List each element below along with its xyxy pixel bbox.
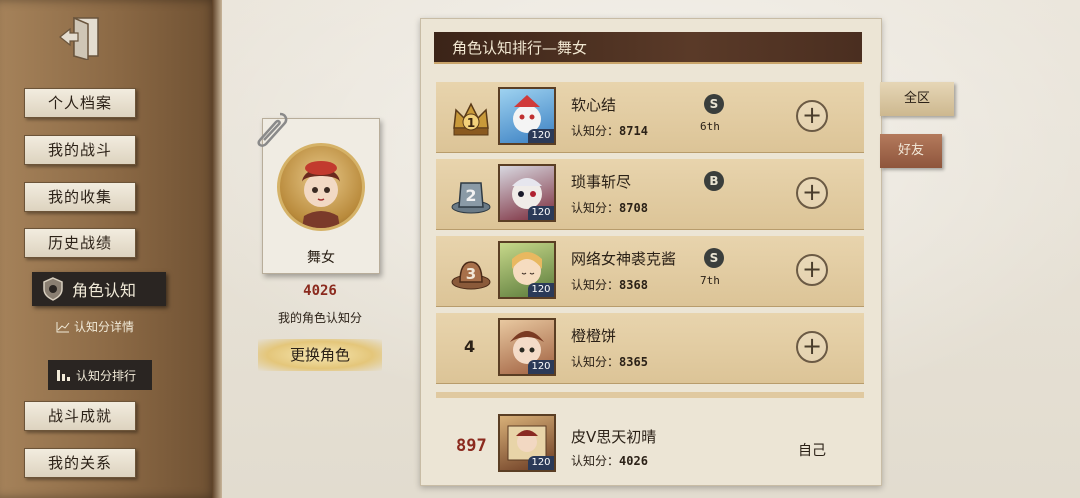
player-avatar[interactable]: 120 [498, 318, 556, 376]
sidebar-item-relations[interactable]: 我的关系 [24, 448, 136, 478]
player-name: 软心结 [571, 96, 617, 114]
rank-number: 4 [464, 337, 476, 356]
sidebar-subitem-score-ranking[interactable]: 认知分排行 [48, 360, 152, 390]
sidebar-item-achievements[interactable]: 战斗成就 [24, 401, 136, 431]
ranking-title: 角色认知排行—舞女 [434, 32, 862, 64]
sidebar-item-label: 我的收集 [47, 188, 112, 206]
sidebar-item-battles[interactable]: 我的战斗 [24, 135, 136, 165]
score-value: 8714 [619, 124, 648, 138]
ranking-row: 4 120 橙橙饼 认知分：8365 + [436, 313, 864, 384]
sidebar-item-label: 个人档案 [47, 94, 112, 112]
player-avatar[interactable]: 120 [498, 241, 556, 299]
score-prefix: 认知分： [571, 201, 620, 215]
crown-rank-icon: 1 [453, 102, 489, 136]
character-name: 舞女 [307, 250, 335, 266]
score-value: 8365 [619, 355, 648, 369]
score-value: 4026 [619, 454, 648, 468]
line-chart-icon [56, 321, 70, 332]
sidebar-item-history[interactable]: 历史战绩 [24, 228, 136, 258]
score-value: 8708 [619, 201, 648, 215]
player-level: 120 [528, 456, 554, 470]
character-score-label: 我的角色认知分 [277, 311, 362, 325]
change-character-button[interactable]: 更换角色 [258, 339, 382, 371]
sidebar-subitem-score-details[interactable]: 认知分详情 [56, 318, 134, 335]
player-level: 120 [528, 129, 554, 143]
tier-icon: S [704, 248, 724, 268]
ranking-row: 3 120 网络女神裘克酱 认知分：8368 S 7th + [436, 236, 864, 307]
character-score: 4026 [303, 283, 337, 299]
player-name: 网络女神裘克酱 [571, 250, 677, 268]
add-friend-button[interactable]: + [796, 100, 828, 132]
sidebar-subitem-label: 认知分排行 [76, 368, 137, 383]
self-score: 认知分：4026 [571, 452, 648, 469]
tier-icon: S [704, 94, 724, 114]
score-prefix: 认知分： [571, 124, 620, 138]
tier-rank: 7th [700, 274, 720, 287]
player-score: 认知分：8365 [571, 353, 648, 370]
paperclip-icon [257, 112, 288, 147]
ranking-row: 1 120 软心结 认知分：8714 S 6th + [436, 82, 864, 153]
score-prefix: 认知分： [571, 278, 620, 292]
self-name: 皮V思天初晴 [571, 428, 657, 446]
tier-icon: B [704, 171, 724, 191]
rank-number: 1 [467, 116, 475, 130]
sidebar-item-label: 战斗成就 [47, 407, 112, 425]
player-score: 认知分：8714 [571, 122, 648, 139]
add-friend-button[interactable]: + [796, 331, 828, 363]
hat-rank-icon: 3 [451, 261, 491, 290]
sidebar-item-profile[interactable]: 个人档案 [24, 88, 136, 118]
sidebar-item-label: 我的关系 [47, 454, 112, 472]
sidebar-item-label: 历史战绩 [47, 234, 112, 252]
sidebar-edge [212, 0, 222, 498]
sidebar-item-role-cognition[interactable]: 角色认知 [32, 272, 166, 306]
player-name: 橙橙饼 [571, 327, 617, 345]
player-level: 120 [528, 206, 554, 220]
self-tag: 自己 [798, 443, 826, 459]
score-prefix: 认知分： [571, 454, 620, 468]
player-avatar[interactable]: 120 [498, 164, 556, 222]
sidebar-item-collection[interactable]: 我的收集 [24, 182, 136, 212]
ranking-row: 2 120 琐事斩尽 认知分：8708 B + [436, 159, 864, 230]
tab-friends[interactable]: 好友 [880, 134, 942, 168]
sidebar-item-label: 我的战斗 [47, 141, 112, 159]
hat-rank-icon: 2 [451, 182, 491, 214]
character-portrait [277, 143, 365, 231]
sidebar-subitem-label: 认知分详情 [74, 320, 135, 334]
add-friend-button[interactable]: + [796, 177, 828, 209]
tab-all-region[interactable]: 全区 [880, 82, 954, 116]
score-value: 8368 [619, 278, 648, 292]
add-friend-button[interactable]: + [796, 254, 828, 286]
player-avatar[interactable]: 120 [498, 87, 556, 145]
rank-number: 3 [466, 265, 476, 283]
tier-rank: 6th [700, 120, 720, 133]
bar-chart-icon [57, 370, 70, 381]
player-score: 认知分：8708 [571, 199, 648, 216]
shield-icon [43, 277, 63, 301]
exit-icon[interactable] [58, 14, 102, 61]
player-level: 120 [528, 360, 554, 374]
player-name: 琐事斩尽 [571, 173, 632, 191]
self-rank: 897 [456, 436, 487, 456]
ranking-row-partial [436, 392, 864, 398]
player-score: 认知分：8368 [571, 276, 648, 293]
self-ranking-row: 897 120 皮V思天初晴 认知分：4026 自己 [436, 408, 864, 480]
rank-number: 2 [465, 186, 476, 205]
self-avatar[interactable]: 120 [498, 414, 556, 472]
score-prefix: 认知分： [571, 355, 620, 369]
sidebar-item-label: 角色认知 [72, 281, 137, 300]
player-level: 120 [528, 283, 554, 297]
